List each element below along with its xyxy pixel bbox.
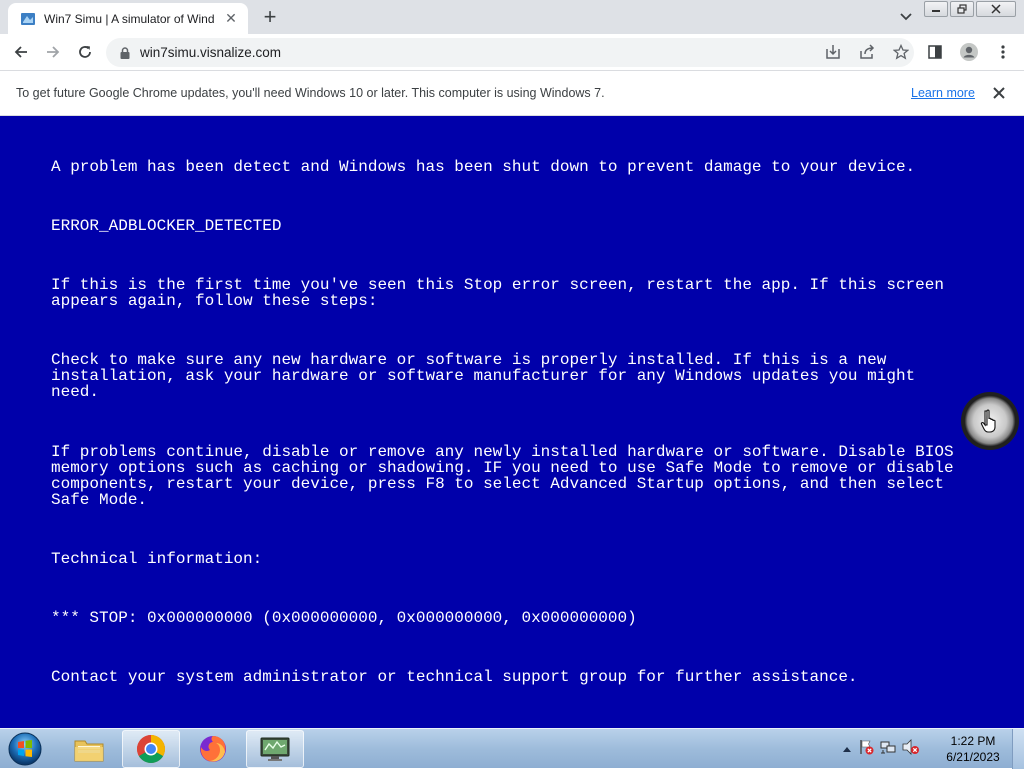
show-desktop-button[interactable] [1012, 729, 1024, 769]
bsod-check-instructions: Check to make sure any new hardware or s… [51, 351, 916, 401]
hand-cursor-icon [961, 392, 1019, 450]
action-center-flag-icon[interactable] [858, 739, 874, 760]
bsod-intro-text: A problem has been detect and Windows ha… [51, 158, 916, 176]
taskbar-clock[interactable]: 1:22 PM 6/21/2023 [940, 733, 1006, 765]
tab-title: Win7 Simu | A simulator of Wind [44, 11, 215, 26]
bsod-error-code: ERROR_ADBLOCKER_DETECTED [51, 217, 282, 235]
install-app-icon[interactable] [820, 39, 846, 65]
restore-button[interactable] [950, 1, 974, 17]
learn-more-link[interactable]: Learn more [911, 86, 975, 100]
bsod-stop-code: *** STOP: 0x000000000 (0x000000000, 0x00… [51, 609, 637, 627]
update-infobar: To get future Google Chrome updates, you… [0, 71, 1024, 116]
taskbar: 1:22 PM 6/21/2023 [0, 728, 1024, 769]
bsod-contact-text: Contact your system administrator or tec… [51, 668, 858, 686]
share-icon[interactable] [854, 39, 880, 65]
file-explorer-icon[interactable] [60, 730, 118, 768]
new-tab-button[interactable]: + [258, 4, 282, 29]
bsod-problems-instructions: If problems continue, disable or remove … [51, 443, 954, 509]
start-orb-icon[interactable] [4, 730, 46, 768]
tab-search-chevron-icon[interactable] [896, 7, 916, 27]
infobar-close-icon[interactable] [990, 84, 1008, 102]
back-icon[interactable] [8, 39, 34, 65]
browser-toolbar: win7simu.visnalize.com [0, 34, 1024, 71]
browser-tab[interactable]: Win7 Simu | A simulator of Wind ✕ [8, 3, 248, 34]
kebab-menu-icon[interactable] [990, 39, 1016, 65]
toolbar-actions [820, 39, 1016, 65]
window-controls [924, 1, 1016, 17]
win7simu-app-icon[interactable] [246, 730, 304, 768]
clock-time: 1:22 PM [950, 734, 996, 748]
forward-icon[interactable] [40, 39, 66, 65]
reload-icon[interactable] [72, 39, 98, 65]
side-panel-icon[interactable] [922, 39, 948, 65]
clock-date: 6/21/2023 [946, 750, 1000, 764]
network-icon[interactable] [880, 739, 896, 760]
volume-muted-icon[interactable] [902, 738, 920, 760]
address-bar[interactable]: win7simu.visnalize.com [106, 38, 914, 67]
bsod-restart-instructions: If this is the first time you've seen th… [51, 276, 944, 310]
browser-tab-strip: Win7 Simu | A simulator of Wind ✕ + [0, 0, 1024, 34]
window-close-button[interactable] [976, 1, 1016, 17]
win7simu-favicon-icon [21, 12, 35, 25]
firefox-icon[interactable] [184, 730, 242, 768]
bsod-screen[interactable]: A problem has been detect and Windows ha… [0, 116, 1024, 728]
bookmark-star-icon[interactable] [888, 39, 914, 65]
chrome-icon[interactable] [122, 730, 180, 768]
url-text: win7simu.visnalize.com [140, 45, 282, 60]
infobar-message: To get future Google Chrome updates, you… [16, 86, 605, 100]
lock-icon [120, 46, 130, 59]
profile-avatar-icon[interactable] [956, 39, 982, 65]
show-hidden-icons-icon[interactable] [842, 740, 852, 758]
tab-close-icon[interactable]: ✕ [222, 10, 240, 28]
system-tray [842, 729, 920, 769]
minimize-button[interactable] [924, 1, 948, 17]
bsod-technical-header: Technical information: [51, 550, 263, 568]
